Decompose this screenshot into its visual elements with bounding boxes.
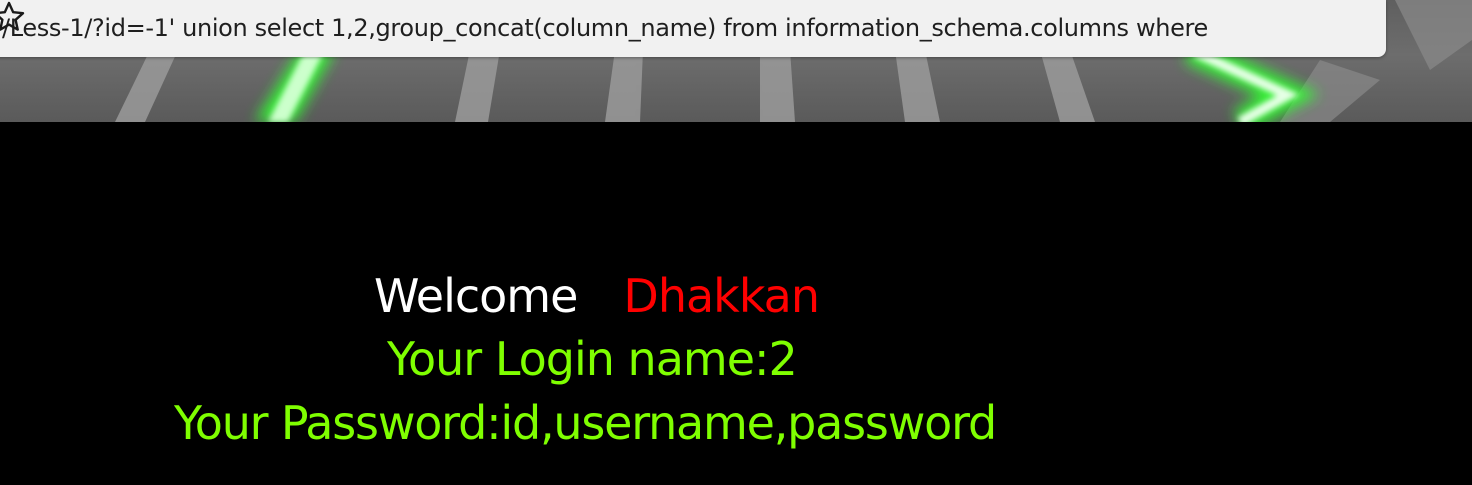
star-outline-icon[interactable] (0, 0, 26, 34)
username-label: Dhakkan (623, 269, 820, 323)
url-fade-overlay (1272, 8, 1332, 48)
password-result: Your Password:id,username,password (174, 396, 997, 450)
login-name-result: Your Login name:2 (387, 332, 798, 386)
address-bar[interactable]: /Less-1/?id=-1' union select 1,2,group_c… (0, 0, 1386, 57)
browser-viewport: /Less-1/?id=-1' union select 1,2,group_c… (0, 0, 1472, 485)
welcome-line: Welcome Dhakkan (374, 268, 820, 324)
welcome-label: Welcome (374, 269, 578, 323)
header-banner-image: /Less-1/?id=-1' union select 1,2,group_c… (0, 0, 1472, 122)
url-input[interactable]: /Less-1/?id=-1' union select 1,2,group_c… (2, 10, 1320, 46)
